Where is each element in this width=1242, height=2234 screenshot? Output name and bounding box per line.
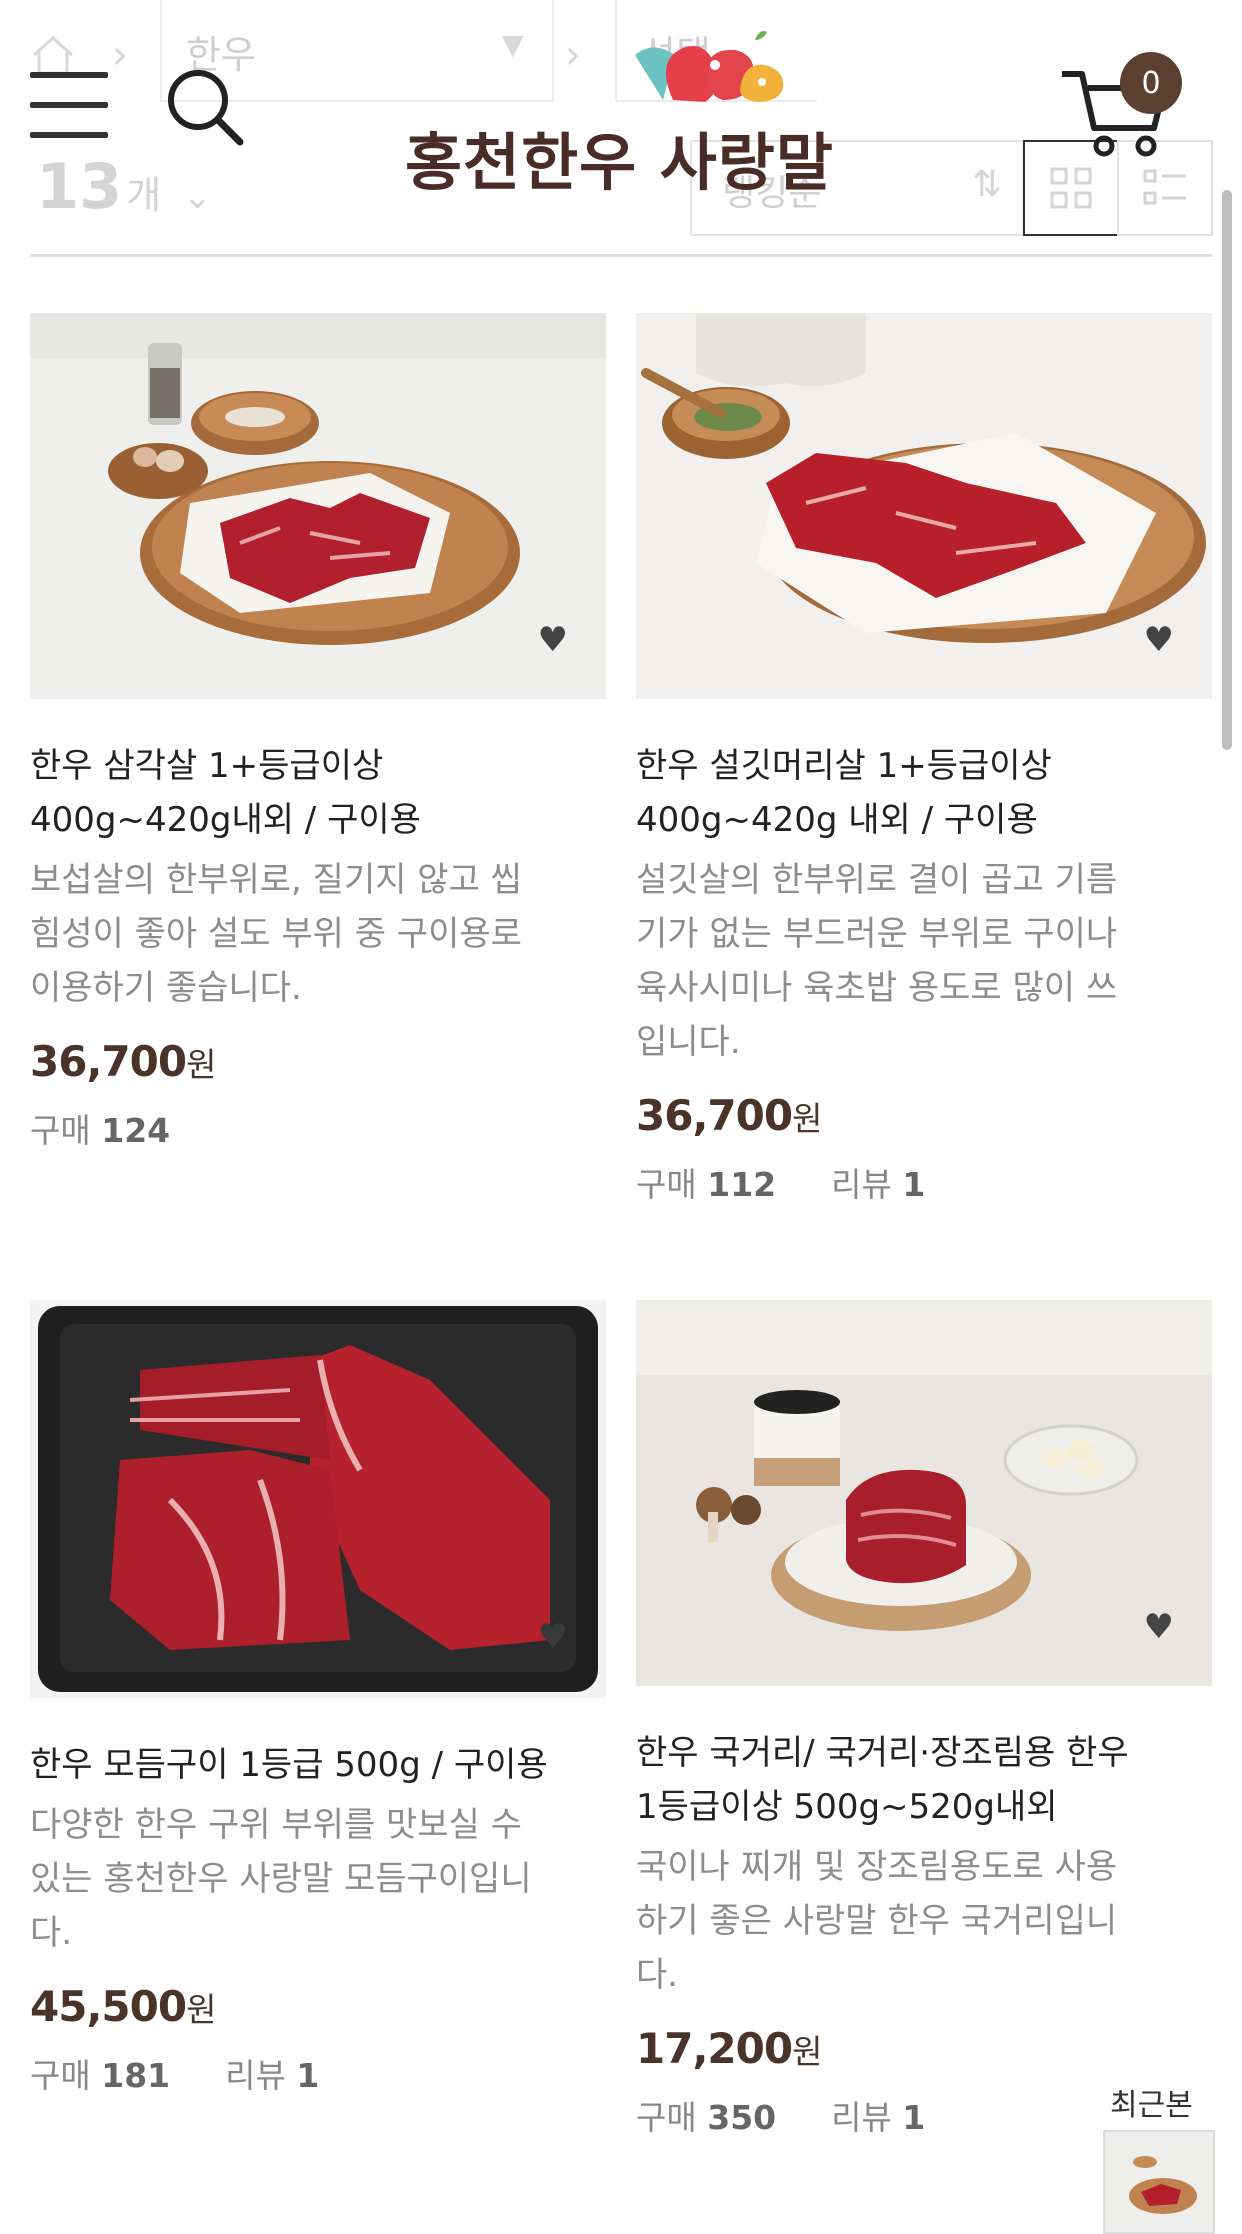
menu-icon[interactable] — [30, 72, 108, 140]
product-description-line: 힘성이 좋아 설도 부위 중 구이용로 — [30, 914, 522, 954]
product-image[interactable]: ♥ — [30, 1300, 606, 1698]
price-currency: 원 — [186, 1045, 217, 1084]
cart-count-badge: 0 — [1120, 52, 1182, 114]
product-description-line: 하기 좋은 사랑말 한우 국거리입니 — [636, 1901, 1118, 1941]
product-card[interactable]: ♥ 한우 삼각살 1+등급이상 400g~420g내외 / 구이용 보섭살의 한… — [30, 313, 606, 1152]
grid-view-icon — [1050, 167, 1092, 209]
product-card[interactable]: ♥ 한우 국거리/ 국거리·장조림용 한우 1등급이상 500g~520g내외 … — [636, 1300, 1212, 2139]
product-description-line: 국이나 찌개 및 장조림용도로 사용 — [636, 1847, 1118, 1887]
price-currency: 원 — [186, 1990, 217, 2029]
heart-icon[interactable]: ♥ — [538, 623, 568, 657]
brand-logo[interactable]: 홍천한우 사랑말 — [405, 20, 845, 199]
heart-icon[interactable]: ♥ — [538, 1620, 568, 1654]
product-stats: 구매 112 리뷰 1 — [636, 1158, 1212, 1206]
product-description-line: 이용하기 좋습니다. — [30, 968, 302, 1008]
product-count[interactable]: 13 개 ⌄ — [36, 150, 212, 223]
product-price: 36,700원 — [30, 1037, 606, 1086]
scrollbar[interactable] — [1222, 190, 1232, 750]
product-description-line: 보섭살의 한부위로, 질기지 않고 씹 — [30, 860, 522, 900]
product-description-line: 다양한 한우 구위 부위를 맛보실 수 — [30, 1805, 522, 1845]
product-card[interactable]: ♥ 한우 모듬구이 1등급 500g / 구이용 다양한 한우 구위 부위를 맛… — [30, 1300, 606, 2097]
chevron-down-icon: ⌄ — [183, 177, 212, 217]
recently-viewed-thumbnail[interactable] — [1103, 2130, 1215, 2234]
product-price: 36,700원 — [636, 1091, 1212, 1140]
product-image[interactable]: ♥ — [30, 313, 606, 699]
product-count-unit: 개 — [126, 173, 162, 217]
buy-label: 구매 — [636, 1165, 697, 1204]
review-count: 1 — [902, 2098, 926, 2137]
logo-text: 홍천한우 사랑말 — [405, 126, 834, 199]
review-count: 1 — [296, 2056, 320, 2095]
price-value: 36,700 — [30, 1037, 187, 1086]
sort-icon: ⇅ — [971, 164, 1002, 205]
price-value: 45,500 — [30, 1982, 187, 2031]
review-label: 리뷰 — [831, 1165, 892, 1204]
product-photo — [641, 313, 1206, 643]
product-price: 17,200원 — [636, 2024, 1212, 2073]
price-value: 17,200 — [636, 2024, 793, 2073]
product-title-line[interactable]: 400g~420g 내외 / 구이용 — [636, 793, 1212, 847]
price-currency: 원 — [792, 2032, 823, 2071]
product-description-line: 다. — [636, 1955, 679, 1995]
product-image[interactable]: ♥ — [636, 1300, 1212, 1686]
divider — [30, 254, 1212, 257]
buy-count: 124 — [101, 1111, 171, 1150]
heart-icon[interactable]: ♥ — [1144, 1610, 1174, 1644]
product-title-line[interactable]: 한우 국거리/ 국거리·장조림용 한우 — [636, 1726, 1212, 1780]
product-stats: 구매 124 — [30, 1104, 606, 1152]
product-count-number: 13 — [36, 150, 123, 223]
review-count: 1 — [902, 1165, 926, 1204]
review-label: 리뷰 — [831, 2098, 892, 2137]
buy-label: 구매 — [30, 2056, 91, 2095]
recently-viewed-label[interactable]: 최근본 — [1110, 2080, 1193, 2124]
product-photo — [38, 1306, 598, 1692]
product-stats: 구매 181 리뷰 1 — [30, 2049, 606, 2097]
buy-count: 112 — [707, 1165, 777, 1204]
breadcrumb-separator-icon: › — [112, 32, 128, 78]
product-photo — [696, 1390, 1139, 1631]
product-title-line[interactable]: 한우 모듬구이 1등급 500g / 구이용 — [30, 1738, 606, 1792]
recent-product-photo — [1105, 2132, 1213, 2232]
buy-label: 구매 — [30, 1111, 91, 1150]
buy-count: 181 — [101, 2056, 171, 2095]
product-price: 45,500원 — [30, 1982, 606, 2031]
search-icon[interactable] — [162, 64, 246, 148]
price-currency: 원 — [792, 1099, 823, 1138]
buy-count: 350 — [707, 2098, 777, 2137]
logo-emblem-icon — [635, 31, 784, 102]
list-view-icon — [1143, 169, 1186, 205]
product-title-line[interactable]: 한우 삼각살 1+등급이상 — [30, 739, 606, 793]
product-image[interactable]: ♥ — [636, 313, 1212, 699]
price-value: 36,700 — [636, 1091, 793, 1140]
product-description-line: 기가 없는 부드러운 부위로 구이나 — [636, 914, 1118, 954]
product-title-line[interactable]: 한우 설깃머리살 1+등급이상 — [636, 739, 1212, 793]
product-card[interactable]: ♥ 한우 설깃머리살 1+등급이상 400g~420g 내외 / 구이용 설깃살… — [636, 313, 1212, 1206]
buy-label: 구매 — [636, 2098, 697, 2137]
product-title-line[interactable]: 1등급이상 500g~520g내외 — [636, 1780, 1212, 1834]
product-description-line: 있는 홍천한우 사랑말 모듬구이입니 — [30, 1859, 532, 1899]
review-label: 리뷰 — [225, 2056, 286, 2095]
product-title-line[interactable]: 400g~420g내외 / 구이용 — [30, 793, 606, 847]
product-description-line: 다. — [30, 1913, 73, 1953]
product-description-line: 설깃살의 한부위로 결이 곱고 기름 — [636, 860, 1118, 900]
product-photo — [108, 343, 520, 645]
heart-icon[interactable]: ♥ — [1144, 623, 1174, 657]
product-description-line: 육사시미나 육초밥 용도로 많이 쓰 — [636, 968, 1118, 1008]
product-description-line: 입니다. — [636, 1022, 741, 1062]
